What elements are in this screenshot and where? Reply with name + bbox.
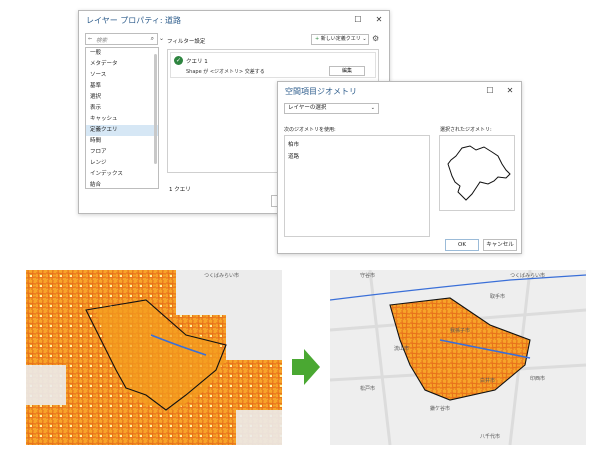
category-item[interactable]: レンジ [86,158,158,169]
back-icon: ⇐ [88,36,93,42]
filter-label: フィルター設定 [167,39,206,45]
map-label: 八千代市 [480,433,500,440]
chevron-down-icon[interactable]: ⌄ [159,35,164,42]
geometry-preview [439,135,515,211]
selected-geometry-label: 選択されたジオメトリ: [440,127,492,133]
category-item[interactable]: 結合 [86,180,158,188]
close-icon[interactable]: ✕ [373,14,385,26]
dialog-title: 空間項目ジオメトリ [285,87,357,96]
cancel-button[interactable]: キャンセル [483,239,517,251]
title-bar: 空間項目ジオメトリ ☐ ✕ [278,82,521,100]
road-map-after: 守谷市 つくばみらい市 取手市 我孫子市 流山市 白井市 印西市 鎌ケ谷市 松戸… [330,270,586,445]
maximize-icon[interactable]: ☐ [484,85,496,97]
layer-select-label: レイヤーの選択 [288,105,327,111]
category-item[interactable]: 一般 [86,48,158,59]
chevron-down-icon: ⌄ [370,105,375,111]
search-placeholder: 検索 [96,38,108,44]
geometry-item[interactable]: 道路 [288,152,299,160]
scrollbar[interactable] [154,54,157,164]
category-item[interactable]: 選択 [86,92,158,103]
new-query-button[interactable]: + 新しい定義クエリ ⌄ [311,34,369,45]
spatial-geometry-dialog: 空間項目ジオメトリ ☐ ✕ レイヤーの選択 ⌄ 次のジオメトリを使用: 柏市 道… [277,81,522,254]
map-label: 印西市 [530,375,545,382]
map-label: 我孫子市 [450,327,470,334]
category-item[interactable]: インデックス [86,169,158,180]
category-list: 一般 メタデータ ソース 基準 選択 表示 キャッシュ 定義クエリ 時間 フロア… [85,47,159,189]
map-label: 取手市 [490,293,505,300]
category-item[interactable]: 基準 [86,81,158,92]
close-icon[interactable]: ✕ [504,85,516,97]
arrow-right-icon [292,349,320,385]
category-item[interactable]: 時間 [86,136,158,147]
geometry-item[interactable]: 柏市 [288,140,299,148]
category-item[interactable]: メタデータ [86,59,158,70]
search-input[interactable]: ⇐ 検索 ⌕ [85,33,158,45]
search-icon: ⌕ [150,35,154,42]
query-expression: Shape が <ジオメトリ> 交差する [186,69,265,75]
map-label: つくばみらい市 [510,272,545,279]
category-item[interactable]: 表示 [86,103,158,114]
category-item[interactable]: フロア [86,147,158,158]
road-map-before: つくばみらい市 [26,270,282,445]
map-before: つくばみらい市 [26,270,282,445]
query-count: 1 クエリ [169,187,191,193]
geometry-list: 柏市 道路 [284,135,430,237]
dialog-title: レイヤー プロパティ: 道路 [86,16,182,25]
query-item[interactable]: ✓ クエリ 1 Shape が <ジオメトリ> 交差する 編集 [170,52,376,78]
map-label: 流山市 [394,345,409,352]
title-bar: レイヤー プロパティ: 道路 ☐ ✕ [79,11,389,29]
chevron-down-icon: ⌄ [360,36,367,42]
map-label: 松戸市 [360,385,375,392]
map-label: 白井市 [480,377,495,384]
map-label: つくばみらい市 [204,272,239,279]
query-name: クエリ 1 [186,59,208,65]
map-after: 守谷市 つくばみらい市 取手市 我孫子市 流山市 白井市 印西市 鎌ケ谷市 松戸… [330,270,586,445]
ok-button[interactable]: OK [445,239,479,251]
maximize-icon[interactable]: ☐ [352,14,364,26]
new-query-label: 新しい定義クエリ [320,36,361,42]
check-icon: ✓ [174,56,183,65]
gear-icon[interactable]: ⚙ [372,34,379,43]
use-geometry-label: 次のジオメトリを使用: [284,127,336,133]
category-item-selected[interactable]: 定義クエリ [86,125,158,136]
edit-button[interactable]: 編集 [329,66,365,76]
city-outline-icon [447,145,511,201]
map-label: 鎌ケ谷市 [430,405,450,412]
map-label: 守谷市 [360,272,375,279]
category-item[interactable]: ソース [86,70,158,81]
category-item[interactable]: キャッシュ [86,114,158,125]
layer-select-dropdown[interactable]: レイヤーの選択 ⌄ [284,103,379,114]
